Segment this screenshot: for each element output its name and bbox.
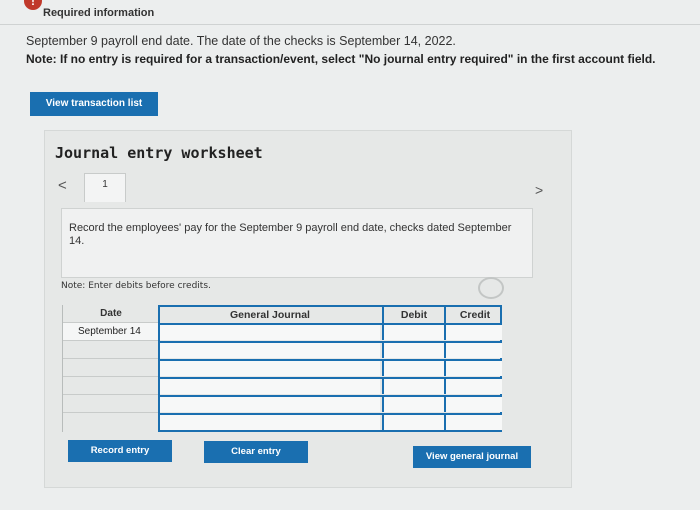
account-field[interactable] [160,343,380,358]
view-general-journal-button[interactable]: View general journal [413,446,531,468]
credit-field[interactable] [444,415,502,430]
table-row [160,377,502,394]
date-cell [63,340,159,358]
account-field[interactable] [160,379,380,394]
clear-entry-button[interactable]: Clear entry [204,441,308,463]
table-row [160,341,502,358]
journal-entry-note: Note: If no entry is required for a tran… [26,52,656,66]
debit-field[interactable] [382,343,444,358]
debit-field[interactable] [382,379,444,394]
credit-field[interactable] [444,379,502,394]
journal-entry-grid: General Journal Debit Credit [158,305,502,432]
table-row [160,359,502,376]
chevron-left-icon[interactable]: < [58,177,67,194]
circle-icon [478,277,504,299]
instruction-text: Record the employees' pay for the Septem… [69,222,512,247]
credit-field[interactable] [444,325,502,340]
instruction-box: Record the employees' pay for the Septem… [61,208,533,278]
debit-field[interactable] [382,397,444,412]
record-entry-button[interactable]: Record entry [68,440,172,462]
credit-field[interactable] [444,343,502,358]
table-row [160,413,502,430]
alert-icon: ! [24,0,42,10]
account-field[interactable] [160,397,380,412]
table-row [160,395,502,412]
required-information-label: Required information [43,7,155,19]
credit-header: Credit [444,307,504,323]
date-cell [63,412,159,430]
date-cell [63,376,159,394]
table-row [160,323,502,340]
debit-header: Debit [382,307,444,323]
entry-header-row: General Journal Debit Credit [160,307,500,323]
view-transaction-list-button[interactable]: View transaction list [30,92,158,116]
credit-field[interactable] [444,397,502,412]
date-column: Date September 14 [62,305,159,432]
tab-entry-1[interactable]: 1 [84,173,126,202]
debit-field[interactable] [382,325,444,340]
account-field[interactable] [160,325,380,340]
chevron-right-icon[interactable]: > [535,182,543,198]
journal-table: Date September 14 General Journal Debit … [62,305,502,432]
general-journal-header: General Journal [230,309,310,321]
debit-field[interactable] [382,415,444,430]
header-divider [0,24,700,25]
account-field[interactable] [160,415,380,430]
date-cell [63,358,159,376]
worksheet-title: Journal entry worksheet [55,144,263,162]
date-header: Date [100,308,122,319]
problem-description: September 9 payroll end date. The date o… [26,34,456,48]
date-cell [63,394,159,412]
debits-before-credits-note: Note: Enter debits before credits. [61,281,211,291]
debit-field[interactable] [382,361,444,376]
account-field[interactable] [160,361,380,376]
credit-field[interactable] [444,361,502,376]
date-cell: September 14 [63,322,159,340]
